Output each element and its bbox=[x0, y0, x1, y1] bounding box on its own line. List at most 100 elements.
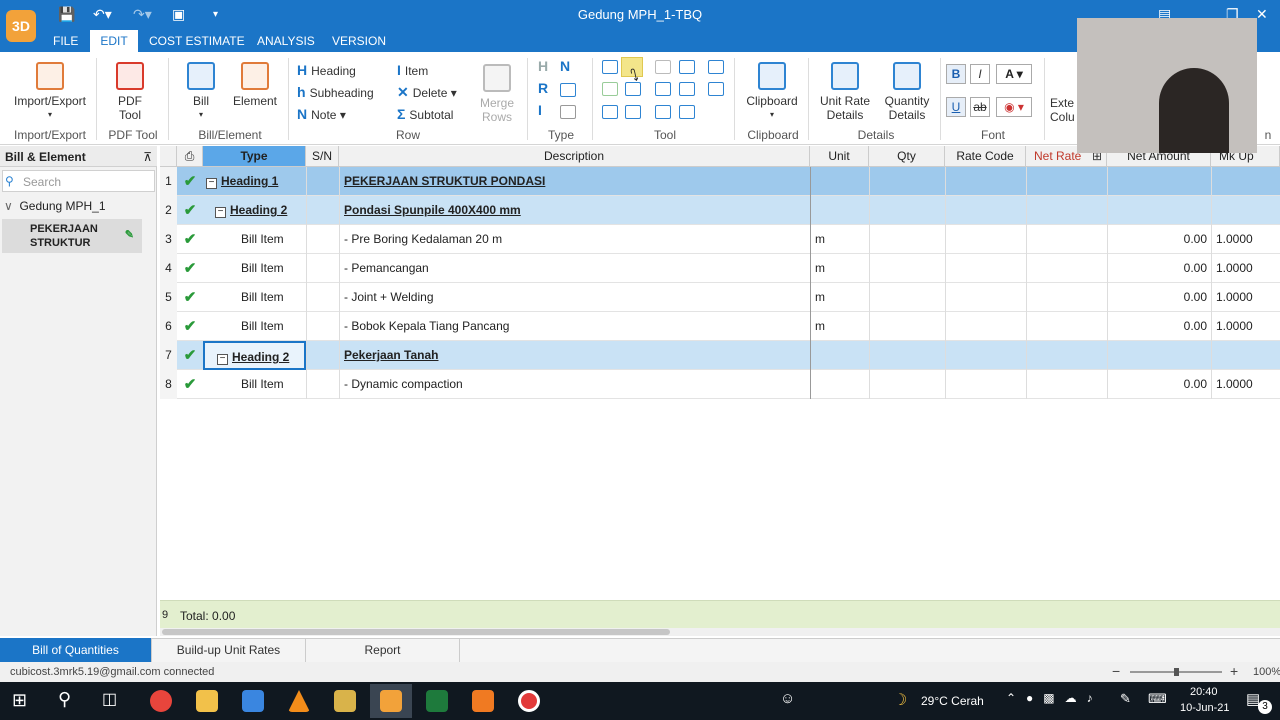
quantity-details-button[interactable]: Quantity Details bbox=[878, 62, 936, 122]
tab-report[interactable]: Report bbox=[306, 638, 460, 662]
table-row[interactable]: 2 ✔ − Heading 2 Pondasi Spunpile 400X400 … bbox=[160, 196, 1280, 225]
note-button[interactable]: N Note ▾ bbox=[297, 106, 346, 122]
rate-code-cell[interactable] bbox=[945, 167, 1026, 196]
rate-code-cell[interactable] bbox=[945, 283, 1026, 312]
tray-icons[interactable]: ⌃●▩☁♪ bbox=[1006, 691, 1103, 705]
column-description[interactable]: Description bbox=[339, 146, 810, 167]
qty-cell[interactable] bbox=[869, 254, 945, 283]
chart-icon[interactable] bbox=[602, 105, 618, 119]
net-rate-cell[interactable] bbox=[1026, 341, 1107, 370]
bold-button[interactable]: B bbox=[946, 64, 966, 84]
column-unit[interactable]: Unit bbox=[810, 146, 869, 167]
unit-cell[interactable] bbox=[810, 341, 869, 370]
unit-cell[interactable]: m bbox=[810, 225, 869, 254]
qty-cell[interactable] bbox=[869, 167, 945, 196]
type-cell[interactable]: Bill Item bbox=[203, 254, 306, 283]
task-view-icon[interactable]: ◫ bbox=[102, 689, 117, 709]
net-amount-cell[interactable]: 0.00 bbox=[1107, 370, 1211, 399]
menu-edit[interactable]: EDIT bbox=[90, 30, 138, 52]
description-cell[interactable]: - Dynamic compaction bbox=[339, 370, 810, 399]
sn-cell[interactable] bbox=[306, 312, 339, 341]
font-color-button[interactable]: A ▾ bbox=[996, 64, 1032, 84]
zoom-in-icon[interactable]: + bbox=[1230, 663, 1238, 679]
qty-cell[interactable] bbox=[869, 196, 945, 225]
mk-up-ratio-cell[interactable]: 1.0000 bbox=[1211, 283, 1280, 312]
mk-up-ratio-cell[interactable]: 1.0000 bbox=[1211, 370, 1280, 399]
column-rate-code[interactable]: Rate Code bbox=[945, 146, 1026, 167]
bill-button[interactable]: Bill ▾ bbox=[184, 62, 218, 122]
type-i-icon[interactable]: I bbox=[538, 102, 542, 118]
sn-cell[interactable] bbox=[306, 196, 339, 225]
tree-node-gedung[interactable]: ∨ Gedung MPH_1 bbox=[4, 199, 106, 213]
check-icon[interactable] bbox=[625, 105, 641, 119]
qty-cell[interactable] bbox=[869, 341, 945, 370]
qty-cell[interactable] bbox=[869, 283, 945, 312]
type-cell[interactable]: Bill Item bbox=[203, 225, 306, 254]
calc-icon[interactable] bbox=[708, 82, 724, 96]
description-cell[interactable]: Pondasi Spunpile 400X400 mm bbox=[339, 196, 810, 225]
clock-time[interactable]: 20:40 bbox=[1190, 686, 1218, 698]
qty-cell[interactable] bbox=[869, 312, 945, 341]
subtotal-button[interactable]: Σ Subtotal bbox=[397, 106, 453, 122]
gstarcad-icon[interactable] bbox=[472, 690, 494, 712]
rate-code-cell[interactable] bbox=[945, 196, 1026, 225]
save-icon[interactable]: 💾 bbox=[58, 6, 75, 23]
clipboard-button[interactable]: Clipboard ▾ bbox=[744, 62, 800, 122]
gear-icon[interactable] bbox=[679, 105, 695, 119]
tree-node-pekerjaan-struktur[interactable]: PEKERJAAN STRUKTUR ✎ bbox=[2, 219, 142, 253]
rate-code-cell[interactable] bbox=[945, 254, 1026, 283]
mk-up-ratio-cell[interactable] bbox=[1211, 341, 1280, 370]
type-cell[interactable]: − Heading 2 bbox=[203, 196, 306, 225]
type-cell[interactable]: Bill Item bbox=[203, 312, 306, 341]
unit-cell[interactable] bbox=[810, 370, 869, 399]
pen-icon[interactable]: ✎ bbox=[1120, 691, 1131, 707]
mk-up-ratio-cell[interactable] bbox=[1211, 167, 1280, 196]
underline-button[interactable]: U bbox=[946, 97, 966, 117]
table-row[interactable]: 5 ✔ Bill Item - Joint + Welding m 0.00 1… bbox=[160, 283, 1280, 312]
net-rate-cell[interactable] bbox=[1026, 283, 1107, 312]
unit-rate-details-button[interactable]: Unit Rate Details bbox=[816, 62, 874, 122]
zoom-out-icon[interactable]: − bbox=[1112, 663, 1120, 679]
description-cell[interactable]: PEKERJAAN STRUKTUR PONDASI bbox=[339, 167, 810, 196]
chrome-icon[interactable] bbox=[150, 690, 172, 712]
table-row[interactable]: 6 ✔ Bill Item - Bobok Kepala Tiang Panca… bbox=[160, 312, 1280, 341]
qty-cell[interactable] bbox=[869, 370, 945, 399]
import-export-button[interactable]: Import/Export ▾ bbox=[12, 62, 88, 122]
move-icon[interactable] bbox=[655, 60, 671, 74]
cubicost-taskbar-icon[interactable] bbox=[380, 690, 402, 712]
element-button[interactable]: Element bbox=[230, 62, 280, 108]
table-row[interactable]: 8 ✔ Bill Item - Dynamic compaction 0.00 … bbox=[160, 370, 1280, 399]
search-input[interactable]: Search bbox=[2, 170, 155, 192]
fill-color-button[interactable]: ◉ ▾ bbox=[996, 97, 1032, 117]
type-cell[interactable]: − Heading 1 bbox=[203, 167, 306, 196]
outline-icon[interactable] bbox=[708, 60, 724, 74]
excel-icon[interactable] bbox=[426, 690, 448, 712]
close-icon[interactable]: ✕ bbox=[1256, 6, 1268, 23]
net-rate-cell[interactable] bbox=[1026, 370, 1107, 399]
horizontal-scrollbar[interactable] bbox=[160, 628, 1280, 636]
item-button[interactable]: I Item bbox=[397, 62, 428, 78]
customize-icon[interactable]: ▾ bbox=[213, 9, 218, 20]
rate-code-cell[interactable] bbox=[945, 225, 1026, 254]
unit-cell[interactable] bbox=[810, 167, 869, 196]
rate-code-cell[interactable] bbox=[945, 370, 1026, 399]
rate-code-cell[interactable] bbox=[945, 341, 1026, 370]
record-icon[interactable] bbox=[518, 690, 540, 712]
net-rate-cell[interactable] bbox=[1026, 167, 1107, 196]
type-n-icon[interactable]: N bbox=[560, 58, 570, 74]
app-window-icon[interactable] bbox=[242, 690, 264, 712]
italic-button[interactable]: I bbox=[970, 64, 990, 84]
net-rate-cell[interactable] bbox=[1026, 254, 1107, 283]
rate-code-cell[interactable] bbox=[945, 312, 1026, 341]
unit-cell[interactable]: m bbox=[810, 283, 869, 312]
merge-rows-button[interactable]: Merge Rows bbox=[478, 64, 516, 124]
collapse-icon[interactable]: − bbox=[215, 207, 226, 218]
sn-cell[interactable] bbox=[306, 167, 339, 196]
sn-cell[interactable] bbox=[306, 225, 339, 254]
net-rate-cell[interactable] bbox=[1026, 196, 1107, 225]
menu-file[interactable]: FILE bbox=[53, 34, 78, 48]
table-row[interactable]: 3 ✔ Bill Item - Pre Boring Kedalaman 20 … bbox=[160, 225, 1280, 254]
zoom-handle[interactable] bbox=[1174, 668, 1179, 676]
extend-columns-button[interactable]: Exte Colu bbox=[1050, 96, 1080, 124]
pin-icon[interactable]: ⊼ bbox=[143, 150, 152, 164]
